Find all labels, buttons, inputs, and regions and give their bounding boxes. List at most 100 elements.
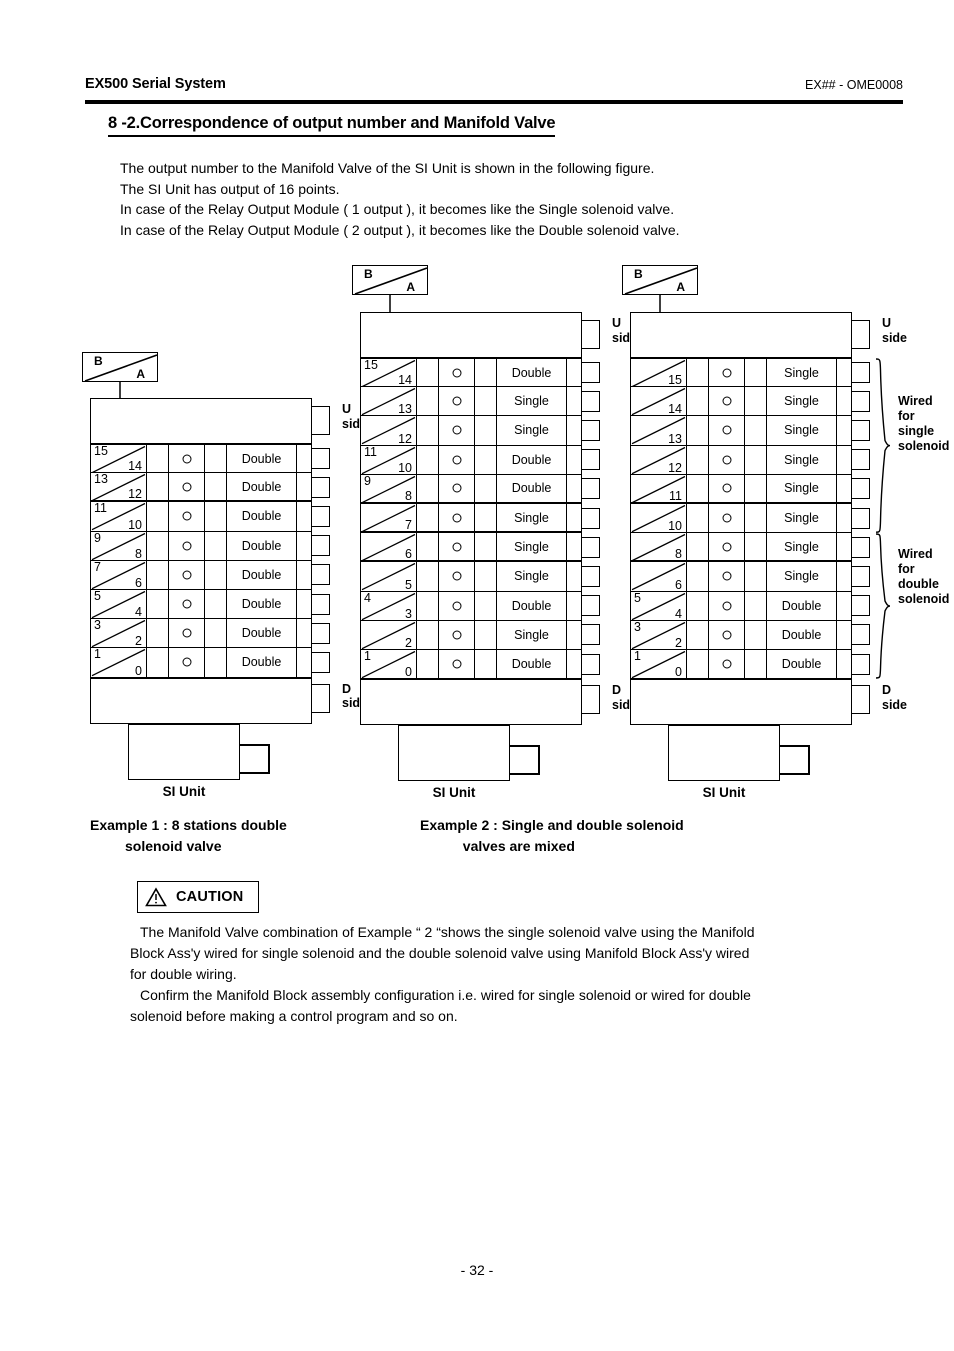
solenoid-circle-icon: [182, 511, 191, 521]
station-indicator-cell: [439, 591, 475, 620]
station-end-cell: [837, 475, 853, 502]
station-b-number: 5: [634, 591, 641, 605]
station-spacer-cell: [475, 474, 497, 502]
station-b-number: 1: [364, 650, 371, 663]
wired-group-brace: [874, 358, 892, 533]
example-2-manifold-right-si-unit-connector: [780, 745, 810, 776]
station-spacer-cell: [417, 445, 439, 474]
station-spacer-cell: [687, 359, 709, 387]
solenoid-circle-icon: [722, 513, 731, 523]
station-end-cell: [297, 619, 313, 647]
curly-brace-icon: [875, 358, 891, 533]
station-spacer-cell: [475, 591, 497, 620]
station-valve-tab: [312, 622, 330, 644]
station-number-cell: 6: [631, 562, 687, 591]
station-indicator-cell: [709, 620, 745, 649]
station-spacer-cell: [205, 531, 227, 560]
wired-label-line: solenoid: [898, 439, 950, 453]
station-end-cell: [837, 592, 853, 620]
station-type-label: Single: [784, 539, 819, 554]
example-2-manifold-right-u-side-label: Uside: [882, 316, 907, 345]
example-1-manifold-si-unit-label: SI Unit: [162, 783, 206, 799]
station-type-cell: Double: [767, 591, 837, 620]
station-type-label: Single: [514, 423, 549, 438]
station-spacer-cell: [475, 387, 497, 416]
station-row: 5 Single: [360, 562, 582, 592]
station-b-number: 11: [364, 445, 377, 459]
solenoid-circle-icon: [182, 570, 191, 580]
wired-label-line: Wired: [898, 394, 933, 408]
station-type-label: Single: [784, 423, 819, 438]
wired-label-line: single: [898, 424, 935, 438]
station-type-label: Single: [514, 510, 549, 525]
station-row: 2 Single: [360, 620, 582, 650]
station-row: 11 Single: [630, 474, 853, 504]
station-row: 9 8 Double: [360, 474, 582, 504]
station-valve-tab: [312, 564, 330, 586]
solenoid-circle-icon: [452, 368, 461, 378]
example-1-manifold-ba-legend: BA: [82, 352, 158, 382]
station-number-cell: 32: [91, 619, 147, 648]
station-end-cell: [567, 416, 583, 444]
station-spacer-cell: [475, 359, 497, 387]
station-end-cell: [837, 359, 853, 386]
station-type-label: Single: [514, 394, 549, 409]
station-type-cell: Single: [497, 533, 567, 561]
station-a-number: 12: [398, 431, 412, 445]
manifold-diagrams: B A Uside 15 14 Double 13 12 Double 11 10 Double 9 8 D…: [0, 0, 954, 900]
station-spacer-cell: [147, 531, 169, 560]
station-valve-tab: [582, 507, 600, 529]
station-type-cell: Double: [767, 620, 837, 649]
station-type-label: Double: [511, 657, 552, 672]
station-spacer-cell: [745, 445, 767, 474]
station-a-number: 3: [405, 606, 412, 620]
station-end-cell: [297, 445, 313, 472]
station-end-cell: [837, 416, 853, 444]
station-number-cell: 15 14: [91, 445, 147, 473]
station-valve-tab: [312, 505, 330, 527]
station-end-cell: [567, 592, 583, 620]
station-spacer-cell: [417, 474, 439, 502]
station-indicator-cell: [709, 359, 745, 387]
wired-label-line: solenoid: [898, 592, 950, 607]
station-valve-tab: [582, 419, 600, 441]
wired-group-brace: [874, 533, 892, 679]
station-valve-tab: [582, 478, 600, 500]
station-valve-tab: [582, 595, 600, 617]
station-end-cell: [297, 502, 313, 530]
station-spacer-cell: [687, 474, 709, 502]
station-end-cell: [837, 621, 853, 649]
station-spacer-cell: [687, 533, 709, 561]
caution-line-4: Confirm the Manifold Block assembly conf…: [140, 987, 751, 1003]
station-a-number: 12: [668, 460, 682, 474]
station-row: 15 14 Double: [90, 444, 313, 474]
station-type-cell: Double: [227, 590, 297, 619]
station-row: 6 Single: [630, 562, 852, 592]
station-indicator-cell: [169, 531, 205, 560]
station-b-number: 15: [364, 359, 378, 372]
station-spacer-cell: [205, 648, 227, 677]
example-1-manifold-d-side-plate: [90, 677, 312, 724]
station-type-label: Double: [241, 655, 282, 670]
station-valve-tab: [312, 535, 330, 557]
wired-label-line: for: [898, 562, 915, 577]
solenoid-circle-icon: [182, 454, 191, 464]
station-indicator-cell: [709, 533, 745, 561]
station-type-label: Double: [241, 567, 282, 582]
solenoid-circle-icon: [452, 455, 461, 465]
station-number-cell: 11: [631, 474, 687, 502]
station-a-number: 8: [135, 546, 142, 560]
station-type-cell: Single: [497, 620, 567, 649]
example-2-manifold-right-u-side-plate-tab: [852, 320, 870, 349]
station-row: 5 4 Double: [90, 590, 312, 620]
example-2-manifold-left-u-side-plate: [360, 312, 582, 358]
station-spacer-cell: [475, 416, 497, 445]
station-spacer-cell: [417, 591, 439, 620]
station-type-cell: Double: [227, 560, 297, 589]
station-type-label: Double: [511, 481, 552, 496]
station-a-number: 0: [675, 665, 682, 679]
station-type-cell: Single: [767, 562, 837, 591]
station-type-label: Double: [781, 627, 822, 642]
station-b-number: 3: [94, 619, 101, 633]
station-row: 8 Single: [630, 533, 852, 563]
